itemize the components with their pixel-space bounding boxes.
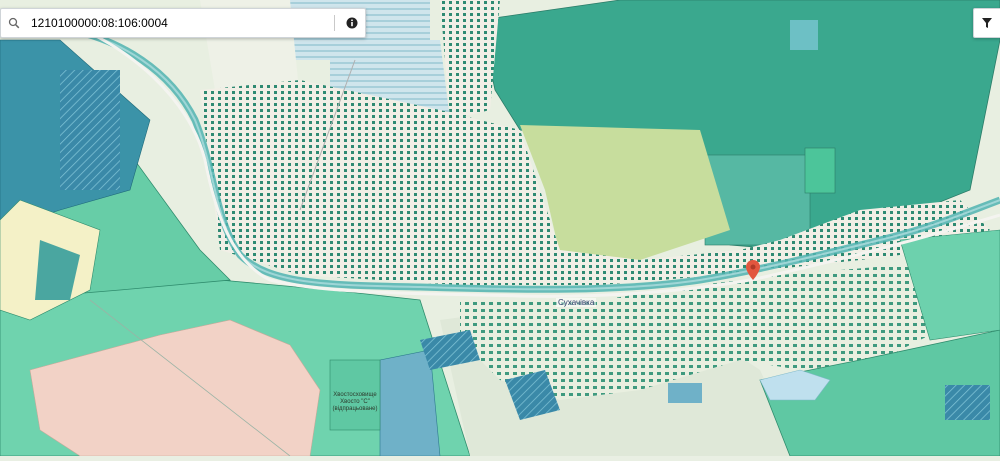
info-circle-icon xyxy=(346,17,358,29)
filter-icon xyxy=(982,18,992,28)
info-button[interactable] xyxy=(339,9,365,37)
filter-button[interactable] xyxy=(973,8,1000,38)
search-divider xyxy=(334,15,335,31)
search-icon xyxy=(1,17,27,29)
map-pin-icon[interactable] xyxy=(746,260,760,280)
search-bar xyxy=(0,8,366,38)
forest-parcel xyxy=(804,147,836,194)
parcel-block xyxy=(60,70,120,190)
map-canvas[interactable] xyxy=(0,0,1000,457)
cadastral-map[interactable] xyxy=(0,0,1000,457)
field-label: Хвостосховище Хвосто "С" (відпрацьоване) xyxy=(332,392,378,412)
forest-parcel xyxy=(790,20,818,50)
parcel-block xyxy=(668,383,702,403)
search-input[interactable] xyxy=(27,13,334,33)
village-label: Сухачівка xyxy=(556,298,597,307)
parcel-block xyxy=(945,385,990,420)
